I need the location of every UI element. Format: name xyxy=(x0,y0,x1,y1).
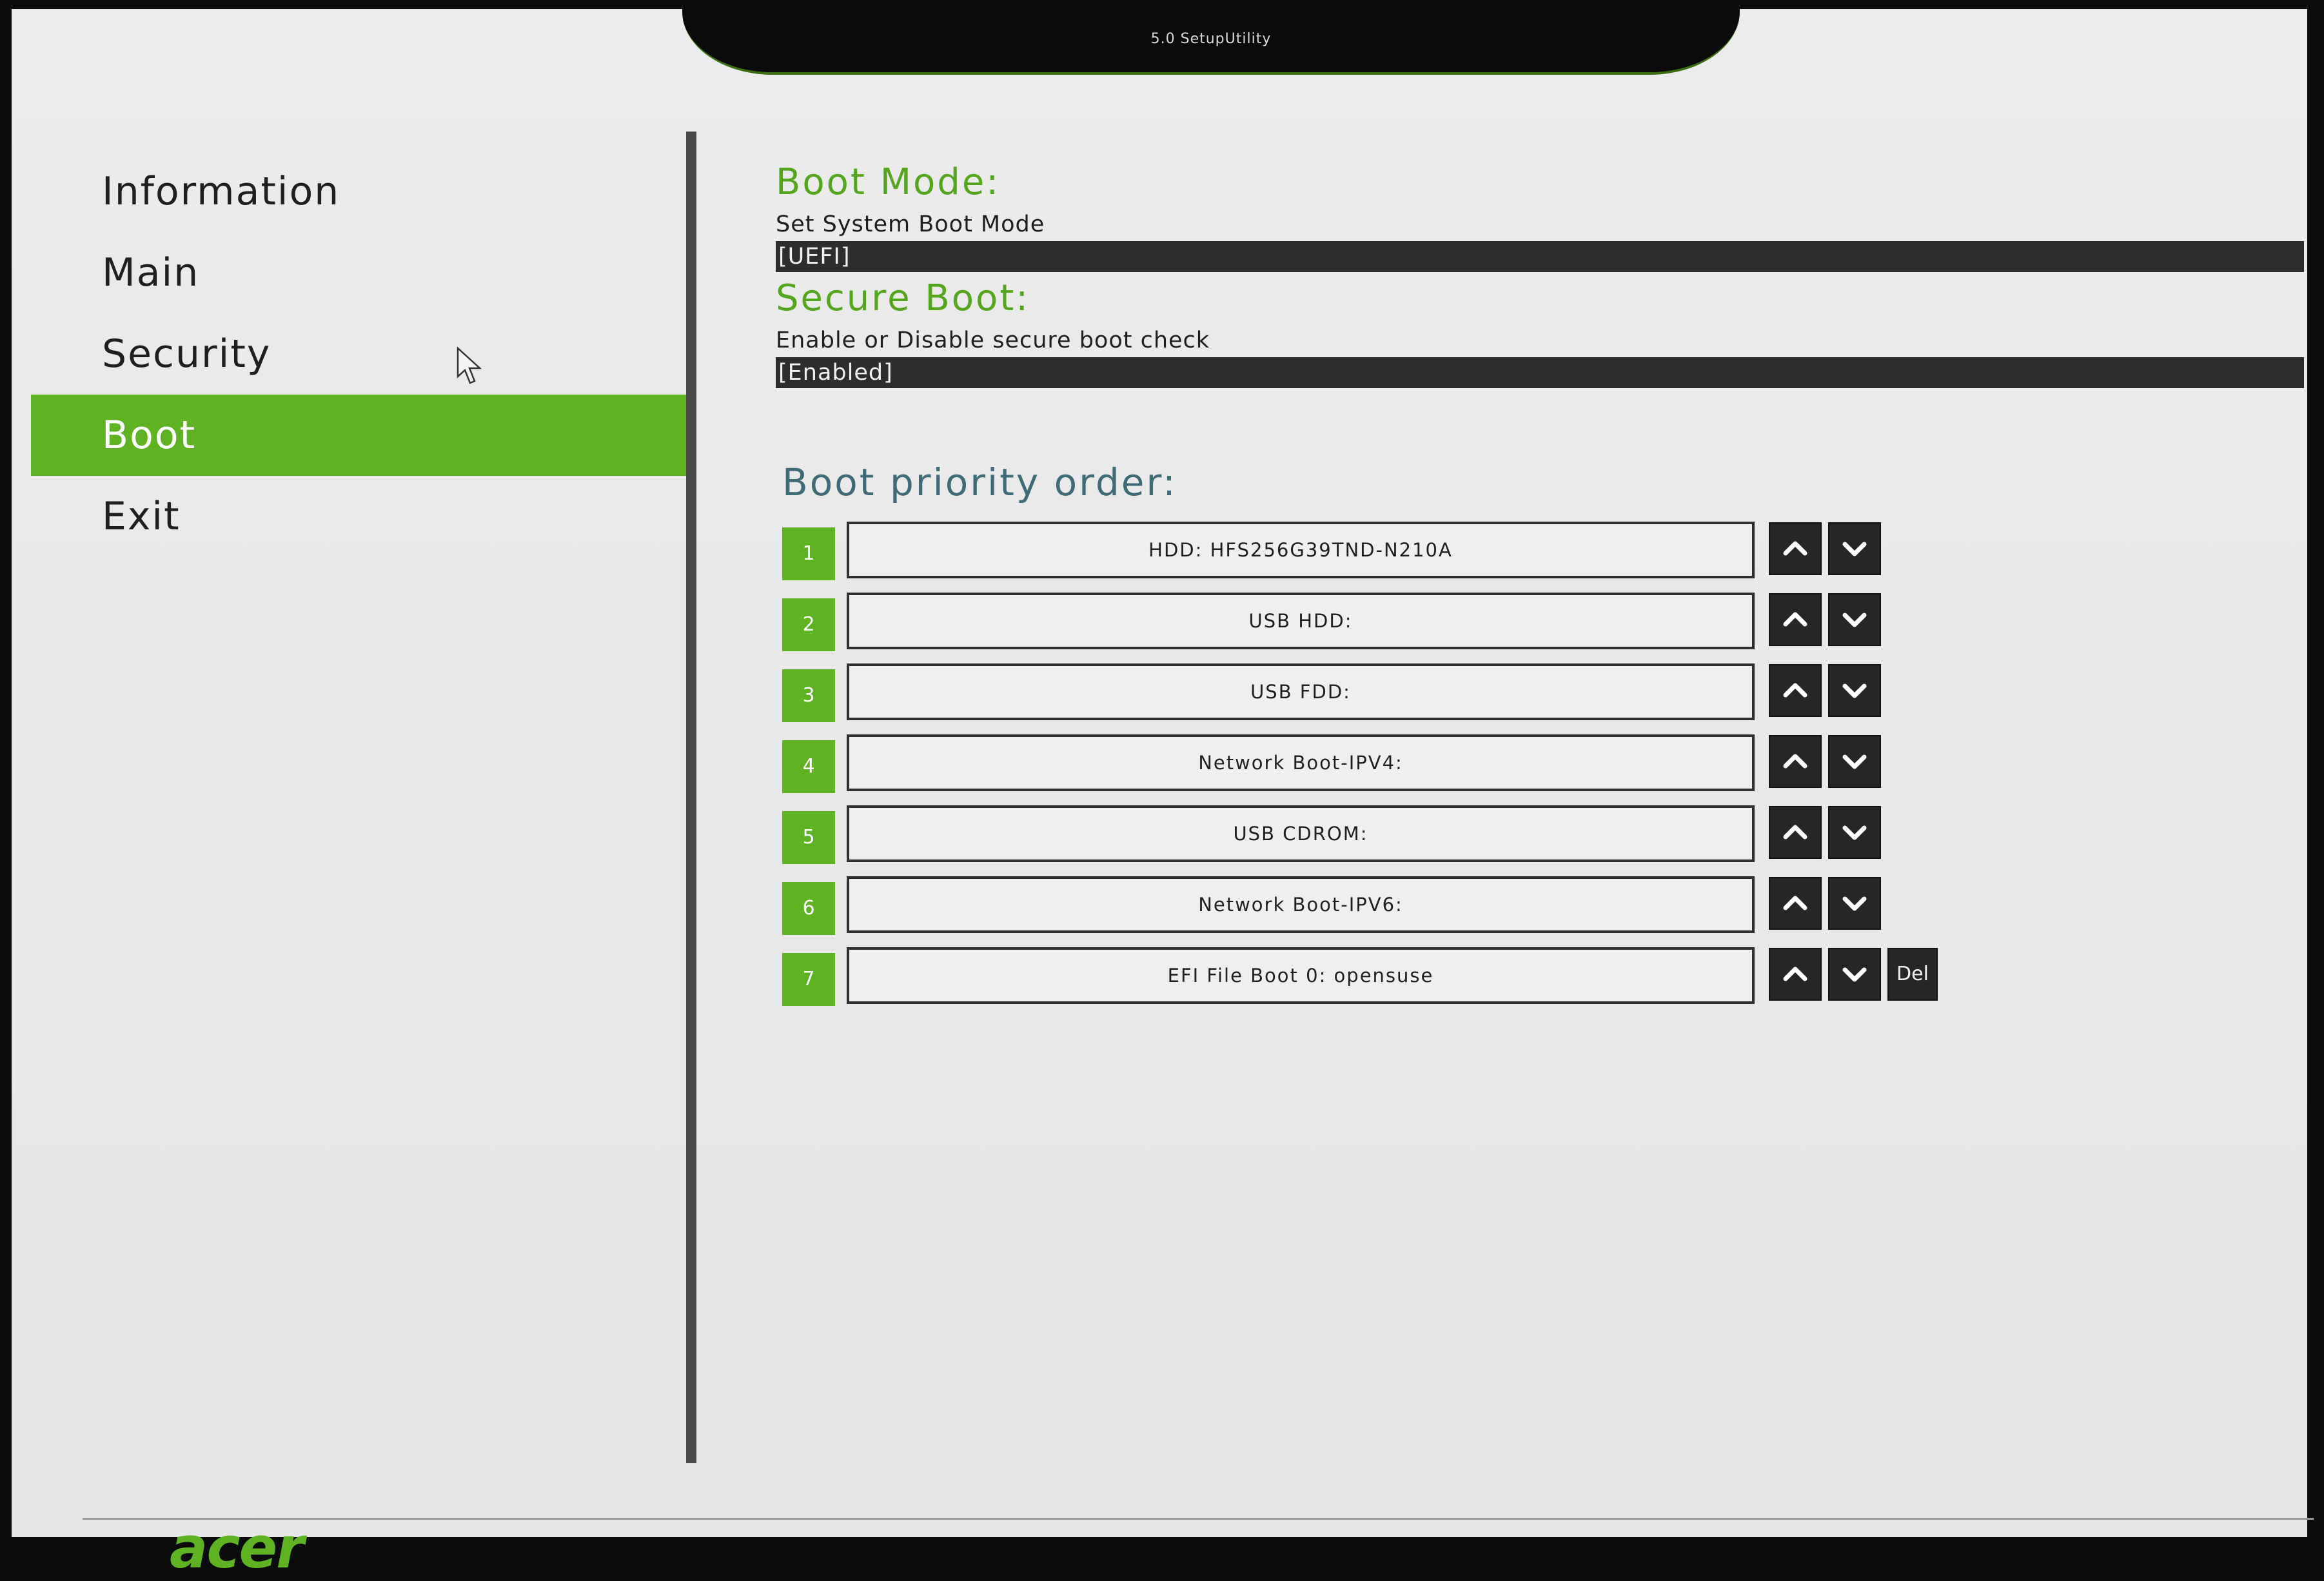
chevron-down-icon xyxy=(1842,613,1867,627)
boot-device[interactable]: HDD: HFS256G39TND-N210A xyxy=(847,522,1755,578)
secure-boot-select[interactable]: [Enabled] xyxy=(776,357,2304,388)
move-up-button[interactable] xyxy=(1769,664,1822,717)
priority-number: 7 xyxy=(782,953,835,1006)
chevron-up-icon xyxy=(1783,612,1807,627)
priority-number: 3 xyxy=(782,669,835,722)
screen: 5.0 SetupUtility Information Main Securi… xyxy=(0,0,2324,1581)
secure-boot-title: Secure Boot: xyxy=(776,277,1030,319)
move-up-button[interactable] xyxy=(1769,735,1822,788)
sidebar-item-label: Security xyxy=(102,331,271,377)
secure-boot-section: Secure Boot: Enable or Disable secure bo… xyxy=(776,273,2304,388)
title-bar: 5.0 SetupUtility xyxy=(682,9,1740,75)
sidebar-item-label: Information xyxy=(102,169,340,214)
boot-mode-section: Boot Mode: Set System Boot Mode [UEFI] xyxy=(776,157,2304,272)
move-up-button[interactable] xyxy=(1769,806,1822,859)
priority-number: 4 xyxy=(782,740,835,793)
boot-settings: Boot Mode: Set System Boot Mode [UEFI] S… xyxy=(776,157,2304,388)
chevron-down-icon xyxy=(1842,896,1867,911)
boot-device[interactable]: Network Boot-IPV6: xyxy=(847,876,1755,933)
move-down-button[interactable] xyxy=(1828,593,1881,646)
sidebar-item-label: Exit xyxy=(102,494,181,539)
delete-entry-button[interactable]: Del xyxy=(1887,948,1938,1001)
boot-mode-select[interactable]: [UEFI] xyxy=(776,241,2304,272)
move-down-button[interactable] xyxy=(1828,522,1881,575)
boot-device[interactable]: USB FDD: xyxy=(847,663,1755,720)
move-down-button[interactable] xyxy=(1828,806,1881,859)
window-title: 5.0 SetupUtility xyxy=(1150,31,1272,47)
boot-device[interactable]: EFI File Boot 0: opensuse xyxy=(847,947,1755,1004)
move-up-button[interactable] xyxy=(1769,877,1822,930)
boot-device[interactable]: USB HDD: xyxy=(847,593,1755,649)
chevron-up-icon xyxy=(1783,541,1807,556)
priority-number: 5 xyxy=(782,811,835,864)
sidebar-item-main[interactable]: Main xyxy=(31,232,695,313)
move-up-button[interactable] xyxy=(1769,522,1822,575)
boot-device[interactable]: USB CDROM: xyxy=(847,805,1755,862)
boot-mode-description: Set System Boot Mode xyxy=(776,211,1045,237)
sidebar-item-security[interactable]: Security xyxy=(31,313,695,395)
chevron-up-icon xyxy=(1783,754,1807,769)
priority-number: 1 xyxy=(782,527,835,580)
sidebar-item-boot[interactable]: Boot xyxy=(31,395,695,476)
chevron-down-icon xyxy=(1842,967,1867,982)
chevron-up-icon xyxy=(1783,683,1807,698)
chevron-down-icon xyxy=(1842,683,1867,698)
chevron-up-icon xyxy=(1783,896,1807,910)
boot-mode-title: Boot Mode: xyxy=(776,161,1001,203)
move-up-button[interactable] xyxy=(1769,948,1822,1001)
chevron-up-icon xyxy=(1783,967,1807,981)
chevron-up-icon xyxy=(1783,825,1807,840)
chevron-down-icon xyxy=(1842,825,1867,840)
setup-panel: 5.0 SetupUtility Information Main Securi… xyxy=(12,9,2314,1581)
footer-divider xyxy=(83,1518,2314,1520)
chevron-down-icon xyxy=(1842,542,1867,556)
priority-number: 2 xyxy=(782,598,835,651)
divider xyxy=(686,132,696,1463)
secure-boot-description: Enable or Disable secure boot check xyxy=(776,328,1210,353)
move-down-button[interactable] xyxy=(1828,877,1881,930)
boot-device[interactable]: Network Boot-IPV4: xyxy=(847,734,1755,791)
acer-logo: acer xyxy=(170,1515,304,1581)
priority-number: 6 xyxy=(782,882,835,935)
move-down-button[interactable] xyxy=(1828,948,1881,1001)
sidebar-item-label: Main xyxy=(102,250,200,295)
sidebar-item-label: Boot xyxy=(102,413,197,458)
sidebar-item-information[interactable]: Information xyxy=(31,151,695,232)
sidebar: Information Main Security Boot Exit xyxy=(31,151,695,557)
sidebar-item-exit[interactable]: Exit xyxy=(31,476,695,557)
boot-priority-title: Boot priority order: xyxy=(782,460,1177,504)
move-down-button[interactable] xyxy=(1828,735,1881,788)
move-up-button[interactable] xyxy=(1769,593,1822,646)
mouse-pointer-icon xyxy=(457,347,482,384)
chevron-down-icon xyxy=(1842,754,1867,769)
move-down-button[interactable] xyxy=(1828,664,1881,717)
